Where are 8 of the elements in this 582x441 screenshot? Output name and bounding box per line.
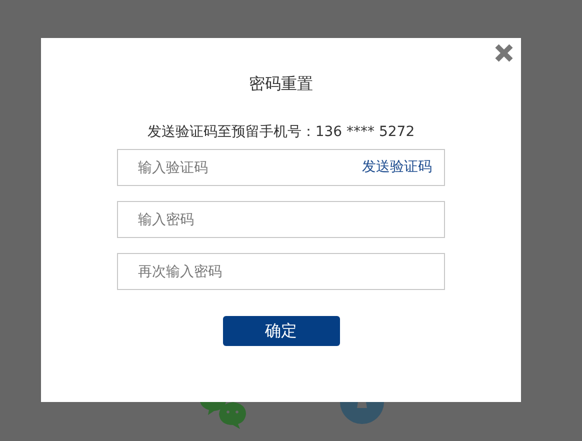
confirm-button[interactable]: 确定 [222, 316, 340, 346]
dialog-title: 密码重置 [249, 74, 313, 94]
input-field[interactable]: 输入密码 [117, 201, 445, 238]
close-icon[interactable] [494, 43, 514, 63]
input-field[interactable]: 再次输入密码 [117, 253, 445, 290]
send-code-link[interactable]: 发送验证码 [362, 158, 432, 177]
phone-message: 发送验证码至预留手机号：136 **** 5272 [147, 123, 415, 141]
chat-bubbles-icon[interactable] [200, 402, 246, 430]
